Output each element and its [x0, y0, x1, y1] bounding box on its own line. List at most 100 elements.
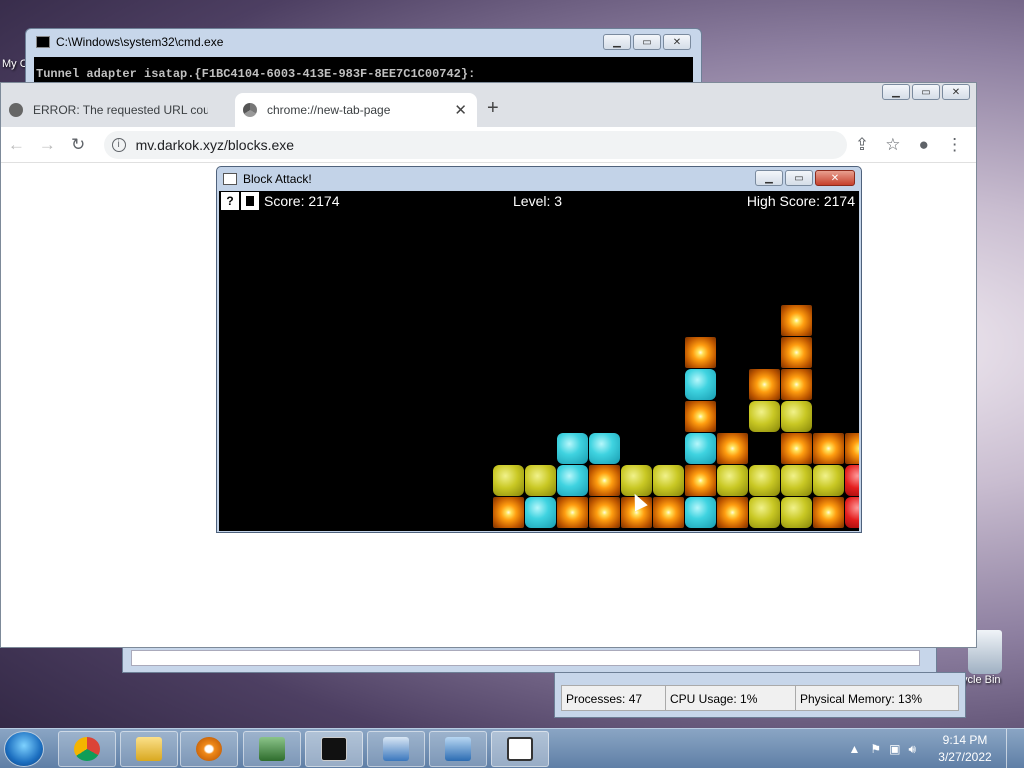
cmd-minimize-button[interactable]: ▁: [603, 34, 631, 50]
red-block[interactable]: [845, 465, 859, 496]
game-titlebar[interactable]: Block Attack! ▁ ▭ ✕: [217, 167, 861, 190]
taskbar-control-panel[interactable]: [429, 731, 487, 767]
network-tray-icon[interactable]: ▣: [889, 742, 900, 756]
profile-icon[interactable]: ●: [908, 135, 939, 155]
cmd-maximize-button[interactable]: ▭: [633, 34, 661, 50]
bookmark-star-icon[interactable]: ☆: [877, 135, 908, 155]
tab-error-label: ERROR: The requested URL could: [33, 103, 208, 117]
start-button[interactable]: [4, 731, 44, 767]
taskbar-remote[interactable]: [367, 731, 425, 767]
control-panel-icon: [445, 737, 471, 761]
tab-error[interactable]: ERROR: The requested URL could: [1, 93, 233, 127]
address-bar[interactable]: i mv.darkok.xyz/blocks.exe: [103, 130, 847, 159]
background-window[interactable]: [122, 645, 937, 673]
yellow-block[interactable]: [653, 465, 684, 496]
network-icon: [259, 737, 285, 761]
yellow-block[interactable]: [749, 497, 780, 528]
yellow-block[interactable]: [749, 465, 780, 496]
taskbar-explorer[interactable]: [120, 731, 178, 767]
desktop-icon-recycle-bin-label: ycle Bin: [962, 674, 1001, 686]
volume-icon[interactable]: 🔊︎: [908, 742, 916, 757]
game-title: Block Attack!: [243, 171, 312, 186]
yellow-block[interactable]: [717, 465, 748, 496]
chrome-minimize-button[interactable]: ▁: [882, 84, 910, 100]
task-manager-window[interactable]: Processes: 47 CPU Usage: 1% Physical Mem…: [554, 672, 966, 718]
yellow-block[interactable]: [813, 465, 844, 496]
cyan-block[interactable]: [525, 497, 556, 528]
taskbar-media-player[interactable]: [180, 731, 238, 767]
star-block[interactable]: [781, 369, 812, 400]
red-block[interactable]: [845, 497, 859, 528]
action-center-icon[interactable]: ⚑: [870, 742, 881, 756]
back-icon[interactable]: ←: [1, 135, 32, 155]
help-button[interactable]: ?: [221, 192, 239, 210]
cmd-icon: [321, 737, 347, 761]
yellow-block[interactable]: [621, 465, 652, 496]
game-close-button[interactable]: ✕: [815, 170, 855, 186]
show-desktop-button[interactable]: [1006, 729, 1016, 768]
star-block[interactable]: [813, 497, 844, 528]
info-icon[interactable]: i: [111, 137, 126, 152]
taskbar: ▲ ⚑ ▣ 🔊︎ 9:14 PM 3/27/2022: [0, 728, 1024, 768]
star-block[interactable]: [749, 369, 780, 400]
cyan-block[interactable]: [685, 497, 716, 528]
clock[interactable]: 9:14 PM 3/27/2022: [930, 732, 1000, 766]
star-block[interactable]: [845, 433, 859, 464]
share-icon[interactable]: ⇪: [847, 135, 878, 155]
tab-strip: ERROR: The requested URL could chrome://…: [1, 83, 976, 127]
star-block[interactable]: [717, 497, 748, 528]
cmd-titlebar[interactable]: C:\Windows\system32\cmd.exe ▁ ▭ ✕: [26, 29, 701, 55]
cyan-block[interactable]: [557, 433, 588, 464]
yellow-block[interactable]: [525, 465, 556, 496]
game-maximize-button[interactable]: ▭: [785, 170, 813, 186]
desktop-icon-computer[interactable]: My C: [2, 58, 28, 70]
star-block[interactable]: [685, 465, 716, 496]
tab-new-tab-page-label: chrome://new-tab-page: [267, 103, 391, 117]
taskbar-cmd[interactable]: [305, 731, 363, 767]
star-block[interactable]: [781, 433, 812, 464]
star-block[interactable]: [653, 497, 684, 528]
star-block[interactable]: [557, 497, 588, 528]
yellow-block[interactable]: [781, 465, 812, 496]
cmd-close-button[interactable]: ✕: [663, 34, 691, 50]
yellow-block[interactable]: [749, 401, 780, 432]
cmd-window[interactable]: C:\Windows\system32\cmd.exe ▁ ▭ ✕ Tunnel…: [25, 28, 702, 88]
cpu-usage: CPU Usage: 1%: [666, 686, 796, 710]
yellow-block[interactable]: [781, 497, 812, 528]
new-tab-button[interactable]: +: [487, 97, 499, 120]
star-block[interactable]: [493, 497, 524, 528]
tab-new-tab-page[interactable]: chrome://new-tab-page ✕: [235, 93, 477, 127]
star-block[interactable]: [813, 433, 844, 464]
chrome-icon: [243, 103, 257, 117]
star-block[interactable]: [685, 401, 716, 432]
forward-icon[interactable]: →: [32, 135, 63, 155]
cyan-block[interactable]: [589, 433, 620, 464]
game-window[interactable]: Block Attack! ▁ ▭ ✕ ? Score: 2174 Level:…: [216, 166, 862, 533]
close-tab-icon[interactable]: ✕: [454, 101, 467, 119]
star-block[interactable]: [717, 433, 748, 464]
yellow-block[interactable]: [493, 465, 524, 496]
cyan-block[interactable]: [557, 465, 588, 496]
star-block[interactable]: [685, 337, 716, 368]
star-block[interactable]: [781, 337, 812, 368]
game-minimize-button[interactable]: ▁: [755, 170, 783, 186]
menu-icon[interactable]: ⋮: [939, 135, 970, 155]
chrome-maximize-button[interactable]: ▭: [912, 84, 940, 100]
taskbar-game[interactable]: [491, 731, 549, 767]
star-block[interactable]: [589, 497, 620, 528]
show-hidden-icons-icon[interactable]: ▲: [848, 742, 860, 756]
game-board[interactable]: ? Score: 2174 Level: 3 High Score: 2174: [219, 191, 859, 531]
cyan-block[interactable]: [685, 433, 716, 464]
chrome-close-button[interactable]: ✕: [942, 84, 970, 100]
physical-memory: Physical Memory: 13%: [800, 692, 923, 706]
reload-icon[interactable]: ↻: [63, 135, 94, 155]
globe-icon: [9, 103, 23, 117]
pause-button[interactable]: [241, 192, 259, 210]
cmd-icon: [36, 36, 50, 48]
star-block[interactable]: [781, 305, 812, 336]
yellow-block[interactable]: [781, 401, 812, 432]
taskbar-chrome[interactable]: [58, 731, 116, 767]
star-block[interactable]: [589, 465, 620, 496]
cyan-block[interactable]: [685, 369, 716, 400]
taskbar-network[interactable]: [243, 731, 301, 767]
